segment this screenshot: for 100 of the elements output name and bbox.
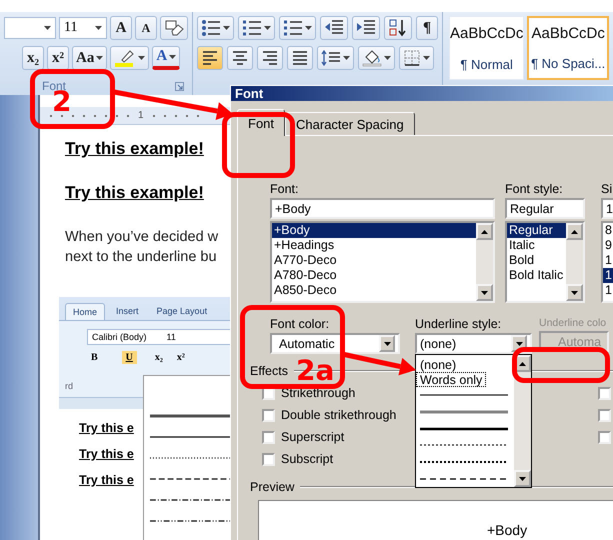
clear-formatting-button[interactable] — [160, 16, 188, 40]
list-item[interactable]: +Headings — [272, 238, 476, 253]
field-label: Si — [601, 182, 613, 196]
bold-button[interactable]: B — [87, 351, 102, 364]
bullets-button[interactable] — [197, 16, 234, 40]
font-size-field[interactable]: 1 — [601, 198, 613, 219]
list-item[interactable]: 8 — [603, 223, 613, 238]
paragraph-line: next to the underline bu — [65, 248, 217, 267]
list-item[interactable]: A850-Deco — [272, 283, 476, 298]
dropdown-option[interactable]: Words only — [416, 372, 486, 387]
caret-icon — [516, 342, 522, 346]
list-item[interactable]: 9 — [603, 238, 613, 253]
caret-icon — [343, 56, 350, 60]
underline-option[interactable] — [420, 476, 508, 481]
underline-option[interactable] — [420, 426, 508, 431]
style-gallery-item[interactable]: AaBbCcDc ¶ Normal — [449, 16, 524, 80]
preview-text: +Body — [487, 522, 528, 538]
align-justify-button[interactable] — [287, 46, 313, 70]
caret-icon — [96, 56, 104, 60]
sort-icon — [388, 18, 408, 38]
field-label: Font color: — [270, 317, 330, 331]
list-item[interactable]: Italic — [507, 238, 566, 253]
align-center-button[interactable] — [227, 46, 253, 70]
scrollbar[interactable] — [566, 223, 583, 301]
list-item[interactable]: +Body — [272, 223, 476, 238]
list-item[interactable]: Regular — [507, 223, 566, 238]
ribbon-tab[interactable]: Home — [65, 303, 106, 320]
list-item[interactable]: Bold — [507, 253, 566, 268]
scroll-up-icon — [481, 230, 488, 234]
font-name-field[interactable]: +Body — [270, 198, 495, 219]
ribbon-tab[interactable]: Insert — [109, 303, 146, 320]
decrease-indent-button[interactable] — [320, 16, 348, 40]
caret-icon — [384, 342, 390, 346]
font-style-field[interactable]: Regular — [505, 198, 585, 219]
list-item[interactable]: A780-Deco — [272, 268, 476, 283]
scroll-up-icon — [519, 362, 526, 366]
sort-button[interactable] — [384, 16, 412, 40]
section-label: Effects — [250, 364, 288, 378]
list-item[interactable]: 1 — [603, 283, 613, 298]
align-left-button[interactable] — [197, 46, 223, 70]
numbered-list-icon — [242, 19, 262, 37]
underline-option[interactable] — [420, 443, 508, 448]
checkbox[interactable] — [262, 430, 275, 444]
highlight-button[interactable] — [110, 46, 150, 70]
dialog-launcher-icon[interactable] — [175, 82, 184, 90]
scroll-down-icon — [519, 476, 526, 480]
bullets-icon — [201, 19, 221, 37]
grow-font-button[interactable]: A — [110, 16, 132, 40]
increase-indent-button[interactable] — [352, 16, 380, 40]
align-right-icon — [261, 49, 279, 67]
checkbox[interactable] — [262, 408, 275, 422]
superscript-button[interactable]: x² — [172, 351, 189, 364]
scroll-down-icon — [571, 290, 578, 294]
caret-icon — [305, 26, 312, 30]
field-label: Underline colo — [539, 317, 608, 329]
dropdown-option[interactable]: (none) — [416, 357, 460, 372]
caret-icon — [223, 26, 230, 30]
subscript-button[interactable]: x₂ — [150, 351, 167, 364]
checkbox[interactable] — [598, 430, 611, 444]
change-case-button[interactable]: Aa — [72, 46, 108, 70]
borders-button[interactable] — [399, 46, 434, 70]
line-spacing-button[interactable] — [317, 46, 354, 70]
shading-button[interactable] — [358, 46, 395, 70]
align-justify-icon — [291, 49, 309, 67]
list-item[interactable]: A770-Deco — [272, 253, 476, 268]
underline-option[interactable] — [420, 393, 508, 398]
shrink-font-button[interactable]: A — [135, 16, 157, 40]
list-box[interactable]: +Body +Headings A770-Deco A780-Deco A850-Deco — [270, 221, 495, 303]
decrease-indent-icon — [324, 19, 344, 37]
example-line: Try this e — [79, 447, 134, 461]
ruler-number: 1 — [138, 110, 144, 121]
underline-option[interactable] — [420, 460, 508, 464]
list-item[interactable]: 1 — [603, 253, 613, 268]
font-name-field[interactable] — [4, 17, 56, 39]
checkbox[interactable] — [598, 408, 611, 422]
heading: Try this example! — [65, 183, 204, 203]
align-right-button[interactable] — [257, 46, 283, 70]
list-item[interactable]: Bold Italic — [507, 268, 566, 283]
font-color-dropdown[interactable]: Automatic — [270, 333, 400, 354]
font-color-button[interactable]: A — [152, 46, 180, 70]
list-box[interactable]: Regular Italic Bold Bold Italic — [505, 221, 585, 303]
ribbon-tab[interactable]: Page Layout — [150, 303, 214, 320]
subscript-button[interactable]: x₂ — [22, 46, 44, 70]
dialog-tab[interactable]: Character Spacing — [285, 112, 415, 135]
superscript-button[interactable]: x² — [47, 46, 69, 70]
scrollbar[interactable] — [476, 223, 493, 301]
underline-style-dropdown[interactable]: (none) — [415, 333, 532, 354]
caret-icon — [423, 56, 430, 60]
list-item[interactable]: 1 — [603, 268, 613, 283]
font-size-field[interactable]: 11 — [59, 17, 107, 39]
eraser-icon — [164, 19, 184, 37]
checkbox[interactable] — [598, 386, 611, 400]
list-box[interactable]: 8 9 1 1 1 — [601, 221, 613, 303]
show-marks-button[interactable]: ¶ — [416, 16, 438, 40]
section-label: Preview — [250, 480, 294, 494]
style-gallery-item[interactable]: AaBbCcDc ¶ No Spaci... — [527, 16, 609, 80]
underline-button[interactable]: U — [122, 351, 137, 364]
multilevel-list-button[interactable] — [279, 16, 316, 40]
numbering-button[interactable] — [238, 16, 275, 40]
checkbox[interactable] — [262, 452, 275, 466]
